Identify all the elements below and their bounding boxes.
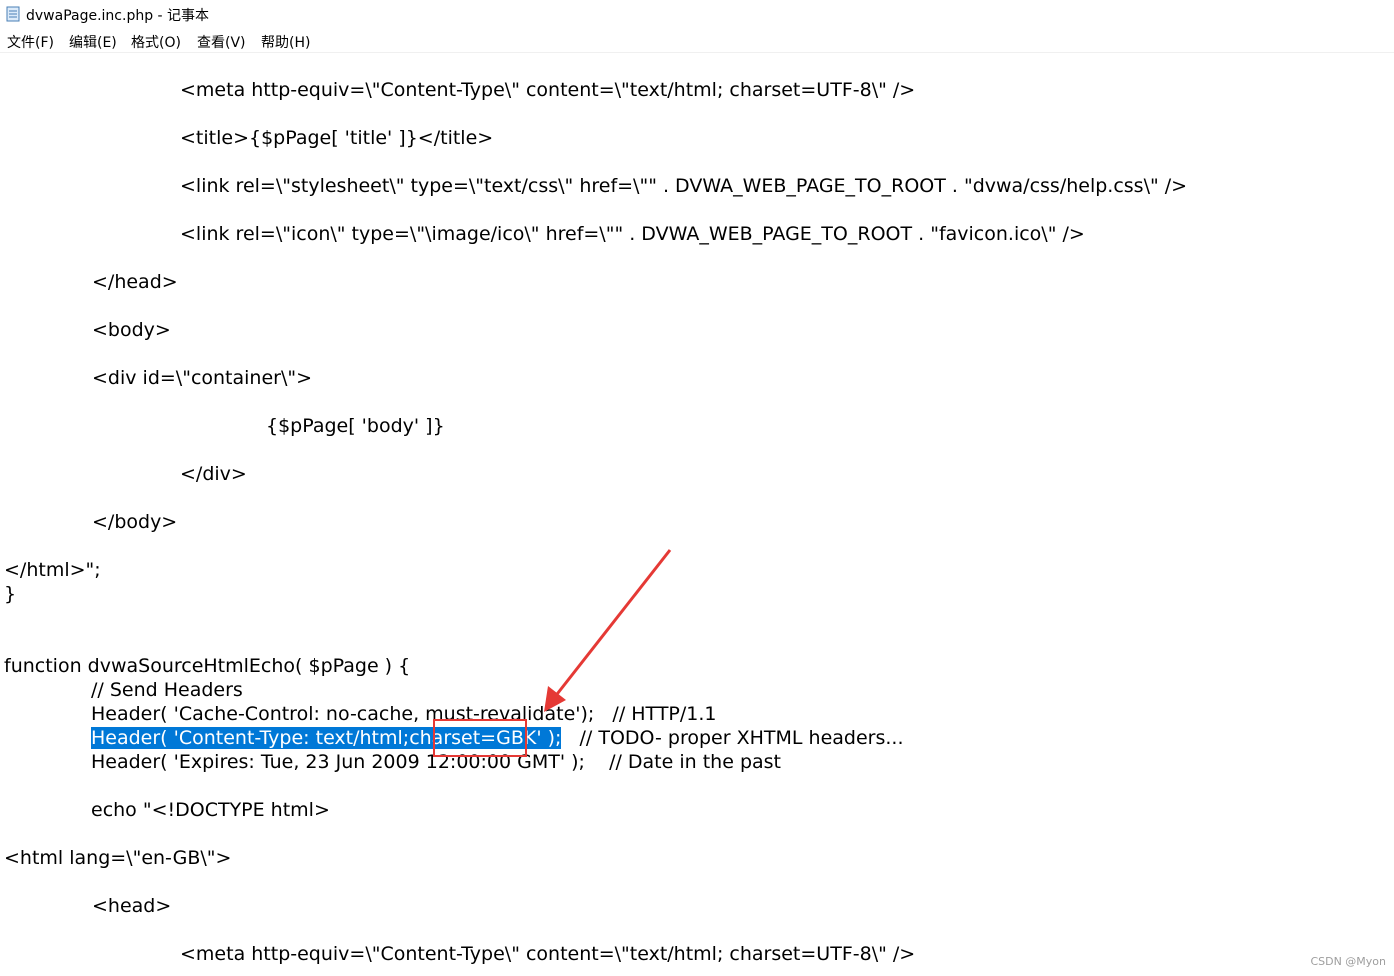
text-editor[interactable]: <meta http-equiv=\"Content-Type\" conten… [0,54,1394,976]
code-line: <body> [92,319,171,341]
code-line: {$pPage[ 'body' ]} [266,415,445,437]
code-line: <meta http-equiv=\"Content-Type\" conten… [180,943,916,965]
code-line: <head> [92,895,172,917]
notepad-icon [6,6,20,22]
menu-view[interactable]: 查看(V) [197,32,246,52]
code-line: </html>"; [4,559,101,581]
code-line: <div id=\"container\"> [92,367,313,389]
code-line: echo "<!DOCTYPE html> [91,799,330,821]
code-line: // Send Headers [91,679,243,701]
annotation-arrow-icon [544,549,672,712]
code-line: function dvwaSourceHtmlEcho( $pPage ) { [4,655,411,677]
annotation-highlight-box [433,719,527,757]
code-line: <title>{$pPage[ 'title' ]}</title> [180,127,494,149]
code-line: } [4,583,17,605]
menu-format[interactable]: 格式(O) [131,32,181,52]
menu-help[interactable]: 帮助(H) [261,32,310,52]
code-line: <meta http-equiv=\"Content-Type\" conten… [180,79,916,101]
title-bar: dvwaPage.inc.php - 记事本 [0,0,1394,28]
code-line: <html lang=\"en-GB\"> [4,847,232,869]
menu-edit[interactable]: 编辑(E) [69,32,117,52]
code-line: <link rel=\"icon\" type=\"\image/ico\" h… [180,223,1085,245]
menu-file[interactable]: 文件(F) [7,32,54,52]
code-line: </head> [92,271,178,293]
code-line: </body> [92,511,178,533]
code-line: </div> [180,463,247,485]
window-title: dvwaPage.inc.php - 记事本 [26,8,210,24]
watermark: CSDN @Myon⁠ [1310,955,1386,968]
code-comment: // TODO- proper XHTML headers... [561,727,904,749]
menu-bar: 文件(F) 编辑(E) 格式(O) 查看(V) 帮助(H) [0,30,1394,53]
code-line: <link rel=\"stylesheet\" type=\"text/css… [180,175,1188,197]
